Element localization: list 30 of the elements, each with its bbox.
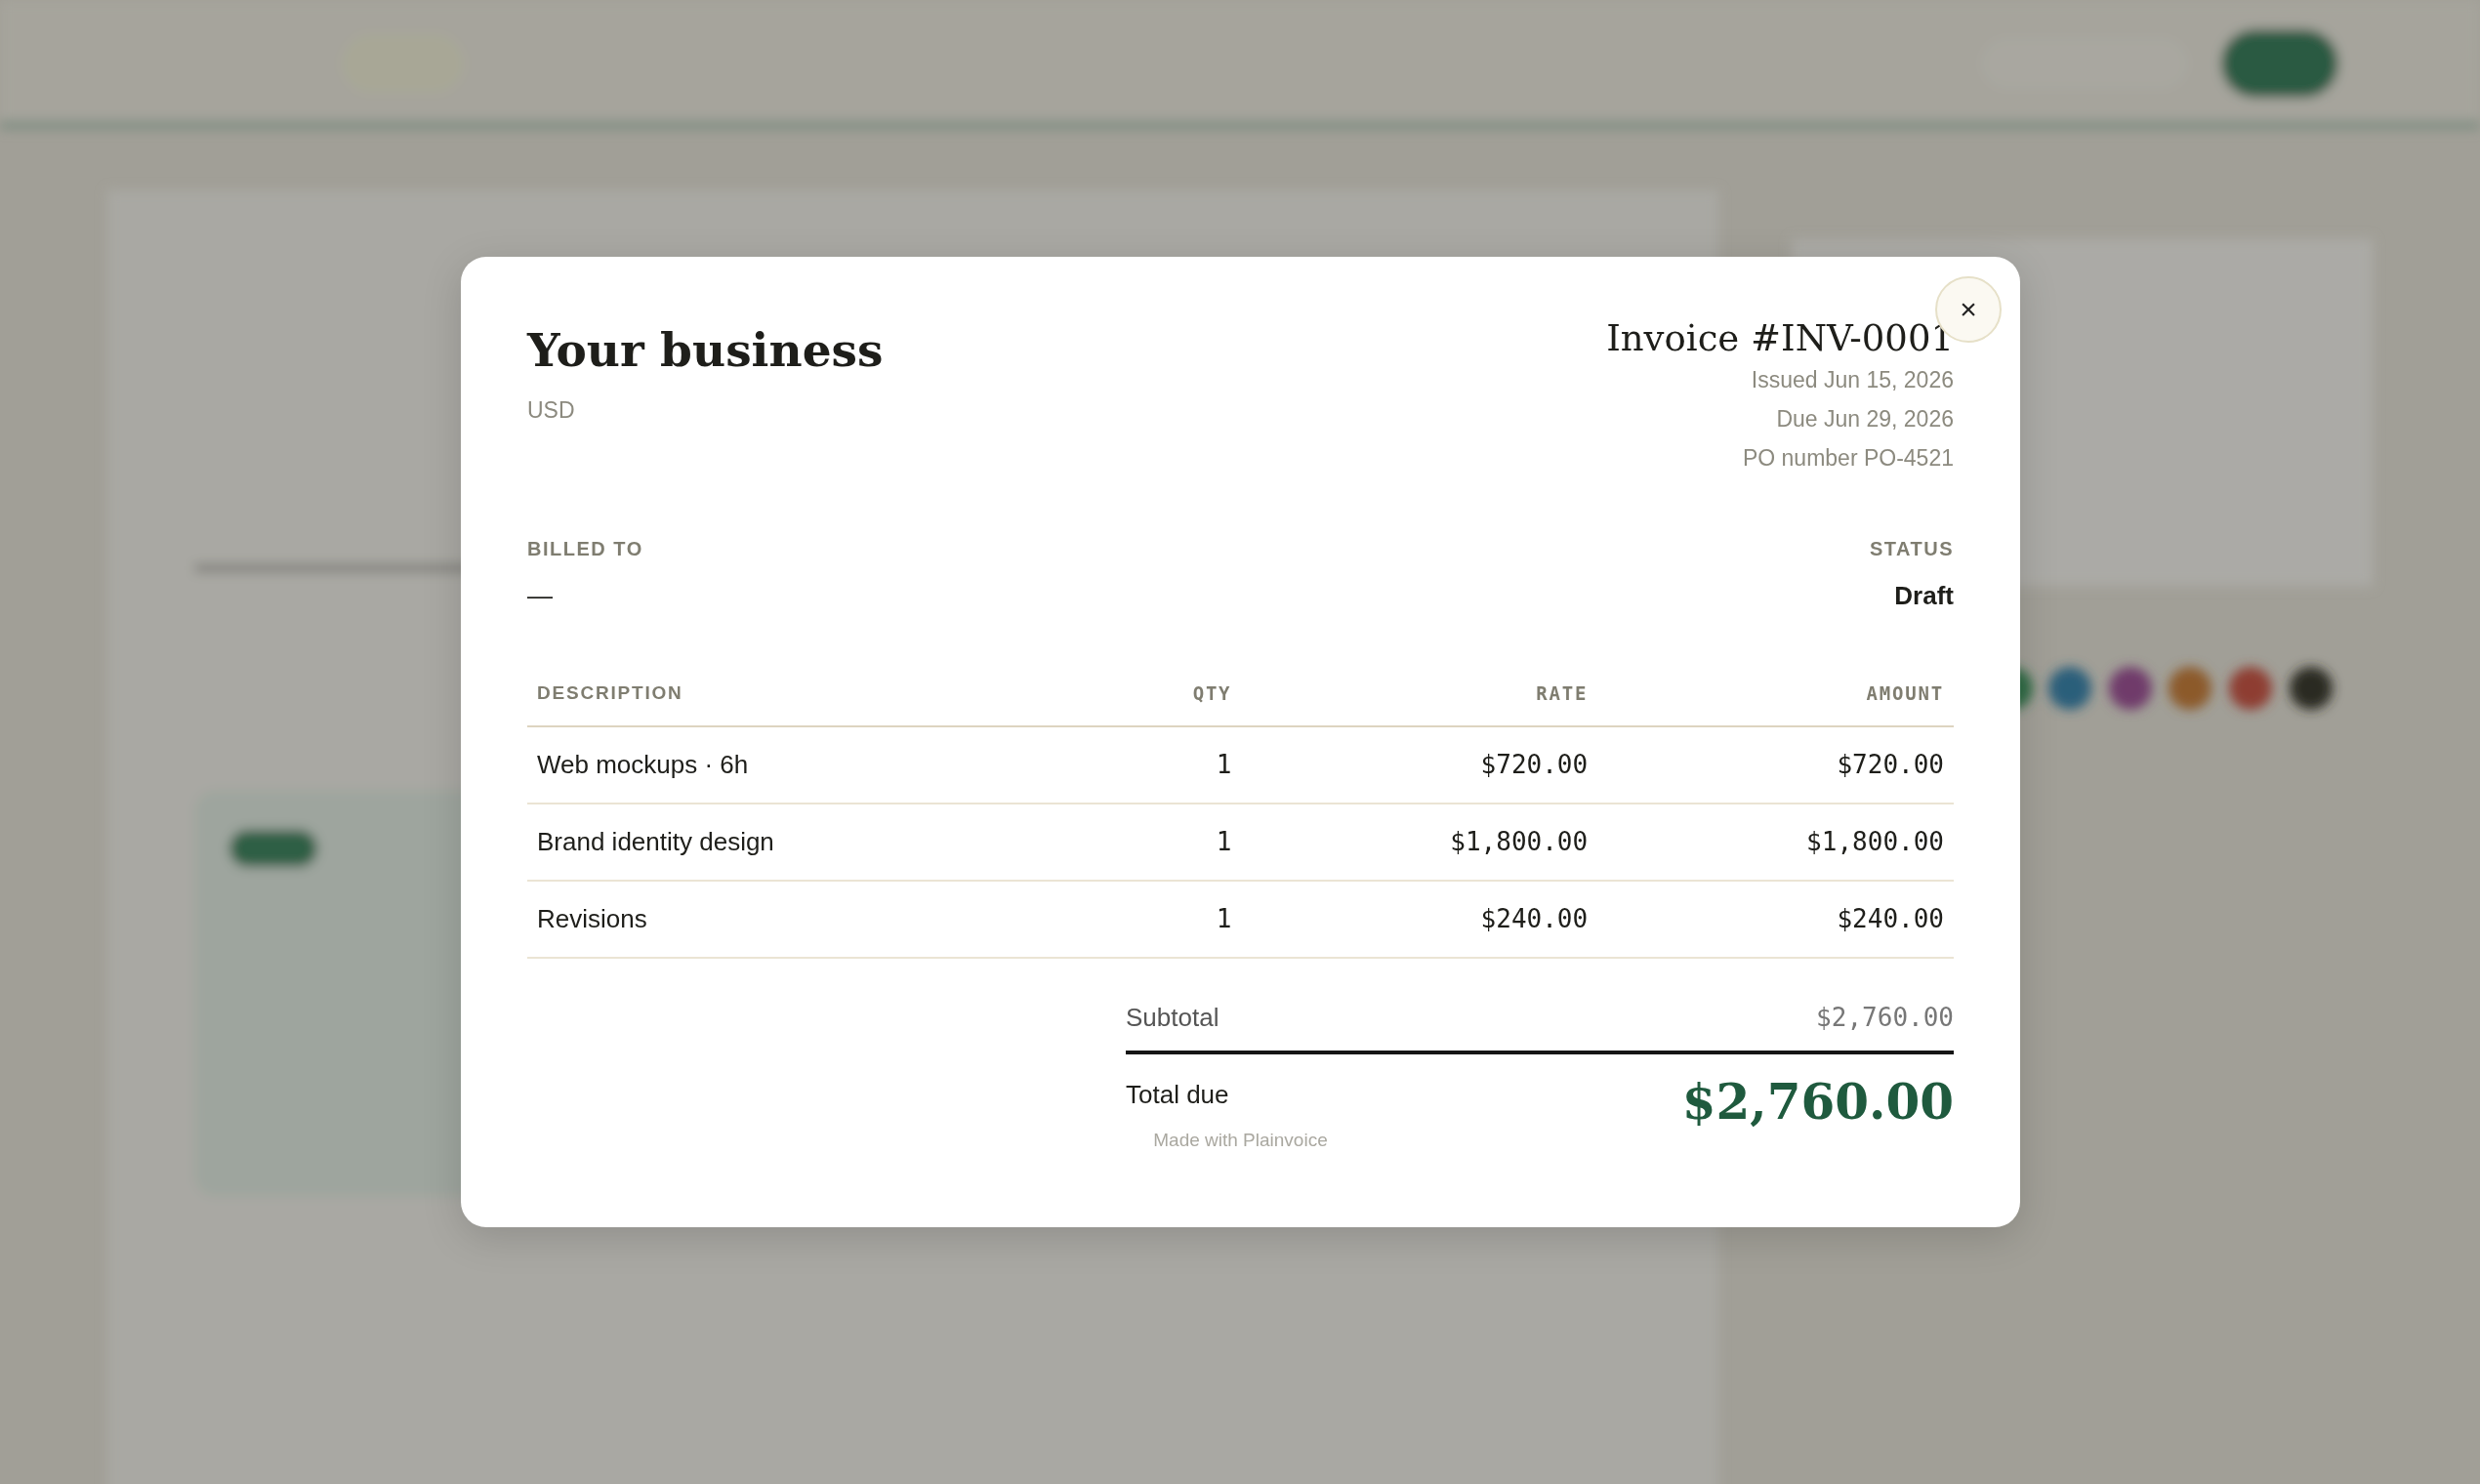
- table-cell: Brand identity design: [527, 803, 1109, 881]
- table-cell: 1: [1108, 803, 1242, 881]
- invoice-detail: Issued Jun 15, 2026: [1750, 366, 1954, 395]
- business-name: Your business: [527, 323, 884, 379]
- table-cell: Web mockups · 6h: [527, 725, 1109, 804]
- footer-note: Made with Plainvoice: [1153, 1129, 1328, 1150]
- billed-to-value: —: [527, 580, 554, 613]
- column-header: DESCRIPTION: [527, 680, 1109, 726]
- table-cell: $1,800.00: [1597, 803, 1954, 881]
- column-header: RATE: [1241, 680, 1598, 726]
- table-cell: $240.00: [1597, 880, 1954, 958]
- currency-label: USD: [527, 396, 576, 426]
- table-cell: 1: [1108, 880, 1242, 958]
- column-header: AMOUNT: [1597, 680, 1954, 726]
- status-value: Draft: [1893, 580, 1954, 613]
- table-cell: Revisions: [527, 880, 1109, 958]
- total-amount: $2,760.00: [1681, 1077, 1954, 1127]
- table-cell: $240.00: [1241, 880, 1598, 958]
- invoice-detail: PO number PO-4521: [1741, 444, 1954, 474]
- subtotal-value: $2,760.00: [1816, 1002, 1954, 1035]
- table-cell: $720.00: [1597, 725, 1954, 804]
- table-cell: $720.00: [1241, 725, 1598, 804]
- status-label: STATUS: [1869, 537, 1954, 562]
- invoice-detail: Due Jun 29, 2026: [1775, 405, 1954, 434]
- total-label: Total due: [1126, 1078, 1229, 1111]
- table-cell: $1,800.00: [1241, 803, 1598, 881]
- billed-to-label: BILLED TO: [527, 537, 643, 562]
- subtotal-label: Subtotal: [1126, 1002, 1219, 1035]
- table-cell: 1: [1108, 725, 1242, 804]
- column-header: QTY: [1108, 680, 1242, 726]
